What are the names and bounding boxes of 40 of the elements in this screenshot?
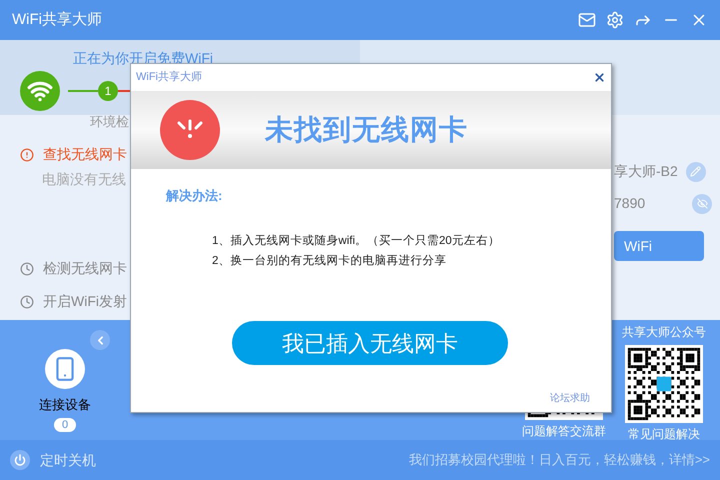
step-label: 环境检 — [90, 113, 129, 131]
power-button[interactable] — [10, 450, 30, 470]
solution-text: 2、换一台别的有无线网卡的电脑再进行分享 — [212, 253, 448, 269]
pencil-icon — [690, 166, 702, 177]
shutdown-timer-label[interactable]: 定时关机 — [40, 450, 96, 470]
settings-icon[interactable] — [606, 11, 624, 29]
confirm-button[interactable]: 我已插入无线网卡 — [232, 321, 508, 365]
visibility-button[interactable] — [692, 194, 712, 214]
step-detail: 电脑没有无线 — [42, 170, 127, 189]
progress-line — [68, 90, 98, 92]
dialog-heading: 未找到无线网卡 — [265, 113, 468, 147]
qr-title: 共享大师公众号 — [622, 324, 706, 341]
start-wifi-button[interactable]: WiFi — [614, 231, 704, 261]
step-title: 开启WiFi发射 — [43, 292, 127, 311]
close-icon[interactable] — [593, 71, 606, 84]
clock-icon — [20, 294, 34, 308]
power-icon — [14, 454, 26, 466]
mail-icon[interactable] — [578, 11, 596, 29]
wifi-name: 享大师-B2 — [614, 162, 678, 181]
wifi-icon — [20, 71, 60, 111]
dialog-title: WiFi共享大师 — [136, 70, 202, 86]
step-title: 检测无线网卡 — [43, 259, 127, 278]
edit-button[interactable] — [686, 162, 706, 182]
step-number: 1 — [98, 81, 118, 101]
eye-off-icon — [696, 198, 708, 209]
phone-icon — [45, 349, 85, 389]
wifi-password: 7890 — [614, 194, 646, 213]
qr-caption: 常见问题解决 — [628, 426, 700, 443]
solution-label: 解决办法: — [166, 187, 224, 205]
devices-label: 连接设备 — [39, 396, 91, 414]
window-title: WiFi共享大师 — [12, 10, 102, 30]
qr-caption: 问题解答交流群 — [522, 423, 606, 440]
solution-text: 1、插入无线网卡或随身wifi。（买一个只需20元左右） — [212, 234, 501, 248]
alert-icon — [20, 148, 34, 162]
forum-help-link[interactable]: 论坛求助 — [550, 391, 590, 406]
device-count: 0 — [54, 418, 76, 432]
clock-icon — [20, 262, 34, 276]
promo-link[interactable]: 我们招募校园代理啦！日入百元，轻松赚钱，详情>> — [408, 450, 710, 470]
collapse-button[interactable] — [90, 330, 110, 350]
step-title: 查找无线网卡 — [43, 145, 127, 164]
